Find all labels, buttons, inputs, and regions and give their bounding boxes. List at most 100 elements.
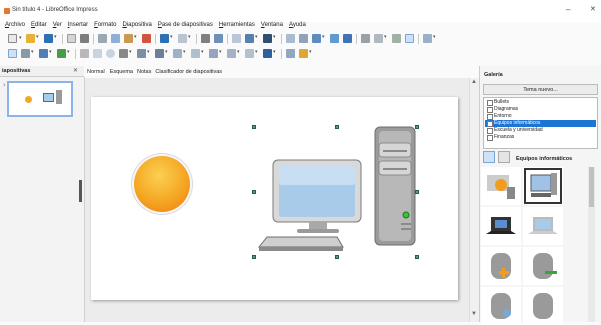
master-slide-icon[interactable] (263, 34, 276, 43)
minimize-button[interactable]: – (566, 5, 570, 14)
theme-list[interactable]: Bullets Diagramas Entorno Equipos inform… (483, 97, 598, 149)
rectangle-icon[interactable] (93, 49, 102, 58)
theme-item[interactable]: Bullets (485, 99, 596, 106)
print-icon[interactable] (80, 34, 89, 43)
gallery-icon[interactable] (392, 34, 401, 43)
tab-notas[interactable]: Notas (137, 69, 151, 75)
gallery-item-desktop-computer[interactable] (523, 167, 563, 205)
tab-esquema[interactable]: Esquema (110, 69, 133, 75)
media-icon[interactable] (312, 34, 325, 43)
sun-shape[interactable] (134, 156, 190, 212)
line-color-icon[interactable] (39, 49, 52, 58)
theme-item[interactable]: Entorno (485, 113, 596, 120)
basic-shapes-icon[interactable] (173, 49, 186, 58)
grid-icon[interactable] (232, 34, 241, 43)
paste-icon[interactable] (124, 34, 137, 43)
icon-view-button[interactable] (483, 151, 495, 163)
menu-ayuda[interactable]: Ayuda (289, 22, 306, 28)
close-slides-pane-button[interactable]: ✕ (73, 67, 78, 74)
new-theme-button[interactable]: Tema nuevo... (483, 84, 598, 95)
save-icon[interactable] (44, 34, 57, 43)
gallery-item-laptop-dark[interactable] (481, 207, 521, 245)
gallery-scrollbar-thumb[interactable] (589, 167, 594, 207)
close-window-button[interactable]: ✕ (590, 5, 596, 13)
gallery-item-database-add[interactable] (481, 247, 521, 285)
clone-formatting-icon[interactable] (142, 34, 151, 43)
scroll-up-icon[interactable]: ▲ (471, 79, 477, 85)
slides-pane-title: iapositivas (2, 68, 31, 74)
fontwork-icon[interactable] (374, 34, 387, 43)
thumbnail-sun (25, 96, 32, 103)
new-slide-icon[interactable] (423, 34, 436, 43)
undo-icon[interactable] (160, 34, 173, 43)
symbol-shapes-icon[interactable] (191, 49, 204, 58)
theme-item[interactable]: Escuela y universidad (485, 127, 596, 134)
toolbar-separator (227, 33, 228, 44)
textbox-icon[interactable] (343, 34, 352, 43)
special-char-icon[interactable] (361, 34, 370, 43)
image-icon[interactable] (299, 34, 308, 43)
menu-insertar[interactable]: Insertar (68, 22, 88, 28)
editor-vertical-scrollbar[interactable]: ▲ ▼ (469, 78, 479, 322)
selection-handle[interactable] (415, 255, 419, 259)
gallery-item-database[interactable] (523, 287, 563, 325)
selection-handle[interactable] (252, 125, 256, 129)
stars-icon[interactable] (263, 49, 276, 58)
gallery-item-laptop-light[interactable] (523, 207, 563, 245)
zoom-icon[interactable] (21, 49, 34, 58)
gallery-item-database-remove[interactable] (523, 247, 563, 285)
flowchart-icon[interactable] (227, 49, 240, 58)
connector-icon[interactable] (155, 49, 168, 58)
chart-icon[interactable] (330, 34, 339, 43)
slides-pane-resize-handle[interactable] (79, 180, 82, 202)
line-icon[interactable] (80, 49, 89, 58)
impress-app-icon (4, 8, 10, 14)
menu-editar[interactable]: Editar (31, 22, 47, 28)
start-slideshow-icon[interactable] (405, 34, 414, 43)
curve-icon[interactable] (137, 49, 150, 58)
menu-herramientas[interactable]: Herramientas (219, 22, 255, 28)
shadow-icon[interactable] (286, 49, 295, 58)
gallery-scrollbar[interactable] (588, 167, 595, 322)
find-replace-icon[interactable] (201, 34, 210, 43)
spelling-icon[interactable] (214, 34, 223, 43)
block-arrows-icon[interactable] (209, 49, 222, 58)
select-icon[interactable] (8, 49, 17, 58)
detailed-view-button[interactable] (498, 151, 510, 163)
selection-handle[interactable] (252, 255, 256, 259)
theme-item[interactable]: Finanzas (485, 134, 596, 141)
tab-normal[interactable]: Normal (86, 69, 106, 75)
menu-diapositiva[interactable]: Diapositiva (122, 22, 151, 28)
selection-handle[interactable] (335, 125, 339, 129)
table-icon[interactable] (286, 34, 295, 43)
slide-thumbnail[interactable] (7, 81, 73, 117)
redo-icon[interactable] (178, 34, 191, 43)
menu-pase-de-diapositivas[interactable]: Pase de diapositivas (158, 22, 213, 28)
new-doc-icon[interactable] (8, 34, 22, 43)
callouts-icon[interactable] (245, 49, 258, 58)
gallery-item-database-search[interactable] (481, 287, 521, 325)
computer-clipart[interactable] (255, 125, 425, 260)
fill-color-icon[interactable] (57, 49, 70, 58)
cut-icon[interactable] (98, 34, 107, 43)
arrow-icon[interactable] (119, 49, 132, 58)
selection-handle[interactable] (252, 190, 256, 194)
selection-handle[interactable] (415, 190, 419, 194)
3d-icon[interactable] (299, 49, 312, 58)
copy-icon[interactable] (111, 34, 120, 43)
ellipse-icon[interactable] (106, 49, 115, 58)
menu-ventana[interactable]: Ventana (261, 22, 283, 28)
gallery-item-computer-network[interactable] (481, 167, 521, 205)
menu-archivo[interactable]: Archivo (5, 22, 25, 28)
scroll-down-icon[interactable]: ▼ (471, 311, 477, 317)
theme-item-selected[interactable]: Equipos informáticos (485, 120, 596, 127)
display-views-icon[interactable] (245, 34, 258, 43)
selection-handle[interactable] (335, 255, 339, 259)
theme-item[interactable]: Diagramas (485, 106, 596, 113)
export-pdf-icon[interactable] (67, 34, 76, 43)
menu-formato[interactable]: Formato (94, 22, 116, 28)
menu-ver[interactable]: Ver (53, 22, 62, 28)
open-folder-icon[interactable] (26, 34, 39, 43)
selection-handle[interactable] (415, 125, 419, 129)
tab-clasificador[interactable]: Clasificador de diapositivas (155, 69, 222, 75)
